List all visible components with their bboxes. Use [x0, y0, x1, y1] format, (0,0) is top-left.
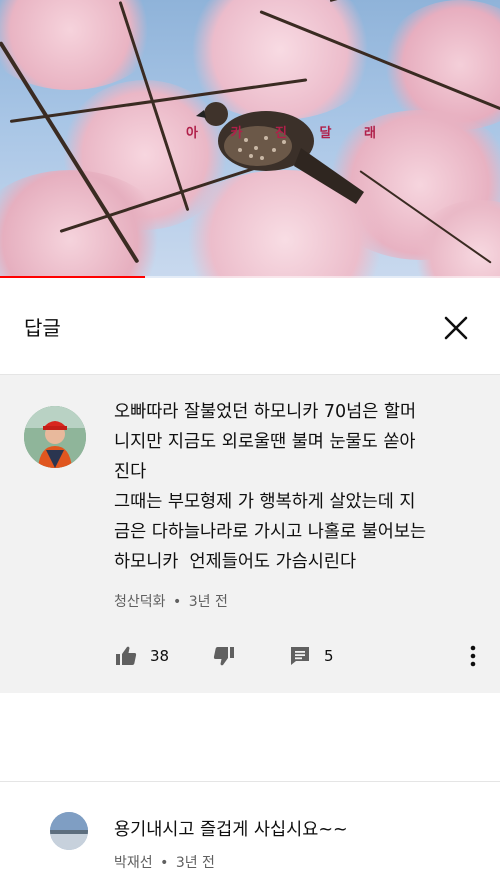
panel-title: 답글: [24, 316, 61, 340]
parent-comment: 오빠따라 잘불었던 하모니카 70넘은 할머 니지만 지금도 외로울땐 불며 눈…: [0, 375, 500, 693]
video-player[interactable]: 아 카 진 달 래: [0, 0, 500, 278]
avatar[interactable]: [50, 812, 88, 850]
avatar-image: [50, 812, 88, 850]
avatar-image: [24, 406, 86, 468]
close-icon: [444, 316, 468, 340]
comment-author[interactable]: 청산덕화: [114, 594, 166, 610]
comment-meta: 청산덕화 • 3년 전: [114, 591, 228, 611]
like-button[interactable]: 38: [114, 643, 169, 669]
video-progress-bar[interactable]: [0, 276, 500, 278]
bird-image: [196, 102, 364, 204]
reply-time: 3년 전: [175, 855, 215, 871]
reply-text: 용기내시고 즐겁게 사십시요~~: [114, 820, 348, 840]
video-progress-fill: [0, 276, 145, 278]
meta-separator: •: [172, 594, 182, 610]
reply-author[interactable]: 박재선: [114, 855, 153, 871]
avatar[interactable]: [24, 406, 86, 468]
close-button[interactable]: [436, 308, 476, 348]
reply-count: 5: [324, 647, 334, 665]
reply-comment: 용기내시고 즐겁게 사십시요~~ 박재선 • 3년 전: [0, 782, 500, 887]
more-vert-icon: [470, 645, 476, 667]
reply-meta: 박재선 • 3년 전: [114, 852, 215, 872]
thumbs-up-icon: [116, 646, 137, 665]
reply-icon: [291, 647, 309, 665]
like-count: 38: [150, 647, 170, 665]
thumbs-down-icon: [213, 647, 234, 666]
comment-time: 3년 전: [188, 594, 228, 610]
replies-header: 답글: [0, 280, 500, 375]
comment-actions: 38 5: [114, 643, 484, 669]
reply-button[interactable]: 5: [288, 643, 334, 669]
dislike-button[interactable]: [212, 643, 236, 669]
video-caption-overlay: 아 카 진 달 래: [186, 126, 390, 141]
comment-text: 오빠따라 잘불었던 하모니카 70넘은 할머 니지만 지금도 외로울땐 불며 눈…: [114, 402, 427, 572]
meta-separator: •: [160, 855, 169, 871]
more-options-button[interactable]: [462, 643, 484, 669]
